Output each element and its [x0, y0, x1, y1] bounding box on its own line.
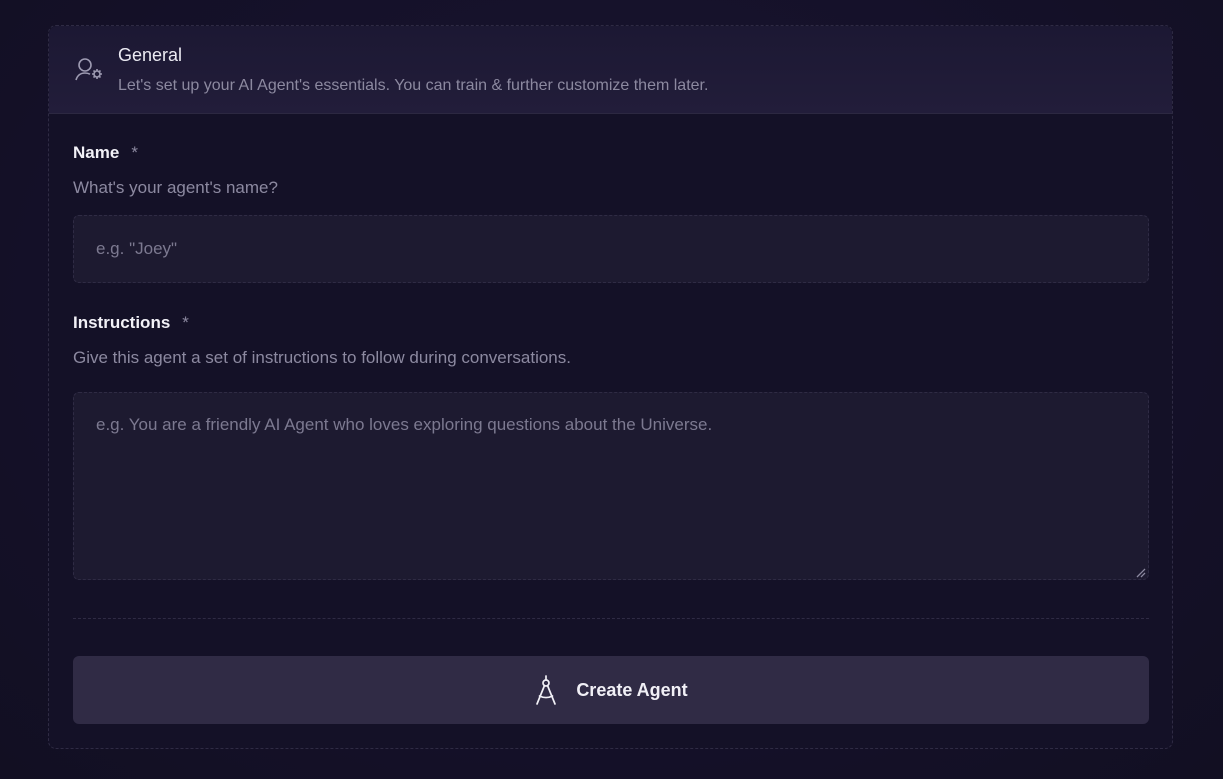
instructions-description: Give this agent a set of instructions to…: [73, 348, 571, 367]
card-header: General Let's set up your AI Agent's ess…: [49, 26, 1172, 114]
name-description: What's your agent's name?: [73, 178, 278, 197]
required-mark: *: [182, 313, 189, 332]
section-title: General: [118, 45, 183, 65]
user-gear-icon: [74, 56, 104, 82]
compass-drawing-icon: [534, 674, 558, 706]
create-agent-label: Create Agent: [576, 679, 688, 700]
name-label: Name *: [73, 143, 138, 163]
agent-setup-card: General Let's set up your AI Agent's ess…: [48, 25, 1173, 749]
section-divider: [73, 618, 1149, 619]
agent-name-input[interactable]: [73, 215, 1149, 283]
instructions-label-text: Instructions: [73, 313, 171, 332]
agent-instructions-textarea[interactable]: [73, 392, 1149, 580]
required-mark: *: [131, 143, 138, 162]
resize-handle-icon[interactable]: [1134, 565, 1146, 578]
create-agent-button[interactable]: Create Agent: [73, 656, 1149, 724]
instructions-label: Instructions *: [73, 313, 189, 333]
name-label-text: Name: [73, 143, 120, 162]
section-subtitle: Let's set up your AI Agent's essentials.…: [118, 77, 709, 94]
